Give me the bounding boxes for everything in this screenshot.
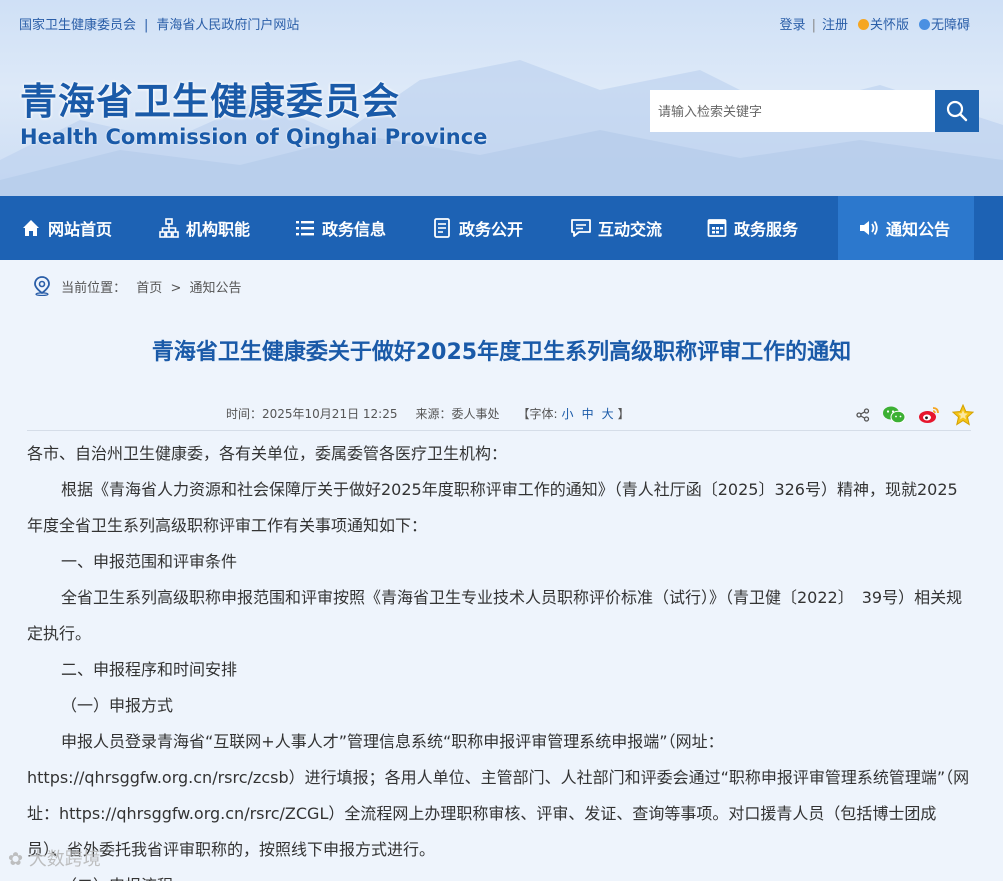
meta-divider <box>27 430 971 431</box>
nav-item-news[interactable]: 政务信息 <box>292 196 428 260</box>
nav-item-notices[interactable]: 通知公告 <box>838 196 974 260</box>
nav-item-disclosure[interactable]: 政务公开 <box>428 196 562 260</box>
nav-item-services[interactable]: 政务服务 <box>700 196 838 260</box>
font-size-label: 【字体: <box>517 407 558 421</box>
watermark: ✿ 大数跨境 <box>8 845 101 871</box>
care-mode-icon <box>857 19 869 30</box>
site-logo[interactable]: 青海省卫生健康委员会 Health Commission of Qinghai … <box>20 80 487 150</box>
service-icon <box>706 217 728 239</box>
watermark-icon: ✿ <box>8 849 29 870</box>
nav-label-notices: 通知公告 <box>886 220 951 239</box>
nav-label-interaction: 互动交流 <box>598 220 663 239</box>
article-paragraph: （一）申报方式 <box>61 696 174 715</box>
article-paragraph: 二、申报程序和时间安排 <box>61 660 238 679</box>
article-paragraph: 各市、自治州卫生健康委，各有关单位，委属委管各医疗卫生机构： <box>27 444 508 463</box>
chat-icon <box>570 217 592 239</box>
nav-label-disclosure: 政务公开 <box>459 220 524 239</box>
article-paragraph: 申报人员登录青海省“互联网+人事人才”管理信息系统“职称申报评审管理系统申报端”… <box>27 732 970 859</box>
search-button[interactable] <box>935 90 979 132</box>
nav-item-home[interactable]: 网站首页 <box>20 196 156 260</box>
speaker-icon <box>858 217 880 239</box>
document-icon <box>431 217 453 239</box>
login-link[interactable]: 登录 <box>780 18 806 33</box>
article-paragraph: 全省卫生系列高级职称申报范围和评审按照《青海省卫生专业技术人员职称评价标准（试行… <box>27 588 963 643</box>
share-bar <box>856 404 986 426</box>
breadcrumb-current[interactable]: 通知公告 <box>190 281 242 296</box>
share-icon[interactable] <box>856 408 870 422</box>
breadcrumb-prefix: 当前位置： <box>61 281 127 296</box>
breadcrumb-home[interactable]: 首页 <box>136 281 162 296</box>
favorite-icon[interactable] <box>952 404 974 426</box>
article-paragraph: 一、申报范围和评审条件 <box>61 552 238 571</box>
wechat-icon[interactable] <box>882 405 906 425</box>
article-paragraph: 根据《青海省人力资源和社会保障厅关于做好2025年度职称评审工作的通知》（青人社… <box>27 480 958 535</box>
article-title: 青海省卫生健康委关于做好2025年度卫生系列高级职称评审工作的通知 <box>151 340 852 365</box>
accessibility-icon <box>918 19 930 30</box>
link-nhc[interactable]: 国家卫生健康委员会 <box>19 18 136 33</box>
top-bar: 国家卫生健康委员会 | 青海省人民政府门户网站 登录 | 注册 关怀版 无障碍 <box>0 0 1003 44</box>
register-link[interactable]: 注册 <box>822 18 848 33</box>
topbar-pipe: | <box>811 18 816 33</box>
care-mode-link[interactable]: 关怀版 <box>870 18 909 33</box>
topbar-separator: | <box>144 18 149 33</box>
nav-label-org: 机构职能 <box>186 220 251 239</box>
nav-label-services: 政务服务 <box>734 220 799 239</box>
org-chart-icon <box>158 217 180 239</box>
search-input[interactable] <box>650 90 936 132</box>
accessibility-link[interactable]: 无障碍 <box>931 18 970 33</box>
nav-label-news: 政务信息 <box>322 220 387 239</box>
nav-label-home: 网站首页 <box>48 220 113 239</box>
home-icon <box>20 217 42 239</box>
font-size-medium[interactable]: 中 <box>582 407 594 421</box>
list-icon <box>294 217 316 239</box>
link-qinghai-gov[interactable]: 青海省人民政府门户网站 <box>156 18 299 33</box>
breadcrumb: 当前位置： 首页 > 通知公告 <box>33 276 242 300</box>
article-source: 来源：委人事处 <box>415 407 500 421</box>
font-size-small[interactable]: 小 <box>562 407 574 421</box>
nav-item-org[interactable]: 机构职能 <box>156 196 292 260</box>
site-header: 国家卫生健康委员会 | 青海省人民政府门户网站 登录 | 注册 关怀版 无障碍 青海省卫生健… <box>0 0 1003 196</box>
main-nav: 网站首页 机构职能 政务信息 政务公开 互动交流 政务服务 通知公告 <box>0 196 1003 260</box>
site-name-en: Health Commission of Qinghai Province <box>20 125 488 149</box>
nav-item-interaction[interactable]: 互动交流 <box>562 196 700 260</box>
site-name-cn: 青海省卫生健康委员会 <box>20 80 400 123</box>
location-pin-icon <box>33 276 51 300</box>
article-body: 各市、自治州卫生健康委，各有关单位，委属委管各医疗卫生机构： 根据《青海省人力资… <box>27 436 971 881</box>
article-paragraph: （二）申报流程 <box>27 868 971 881</box>
font-size-large[interactable]: 大 <box>602 407 614 421</box>
watermark-text: 大数跨境 <box>28 849 101 870</box>
article-meta: 时间：2025年10月21日 12:25 来源：委人事处 【字体: 小中大】 <box>226 405 630 422</box>
breadcrumb-arrow: > <box>170 281 182 296</box>
article-time: 时间：2025年10月21日 12:25 <box>226 407 398 421</box>
weibo-icon[interactable] <box>918 405 940 425</box>
font-size-label-close: 】 <box>617 407 630 421</box>
search-box <box>650 90 979 132</box>
search-icon <box>946 100 968 122</box>
